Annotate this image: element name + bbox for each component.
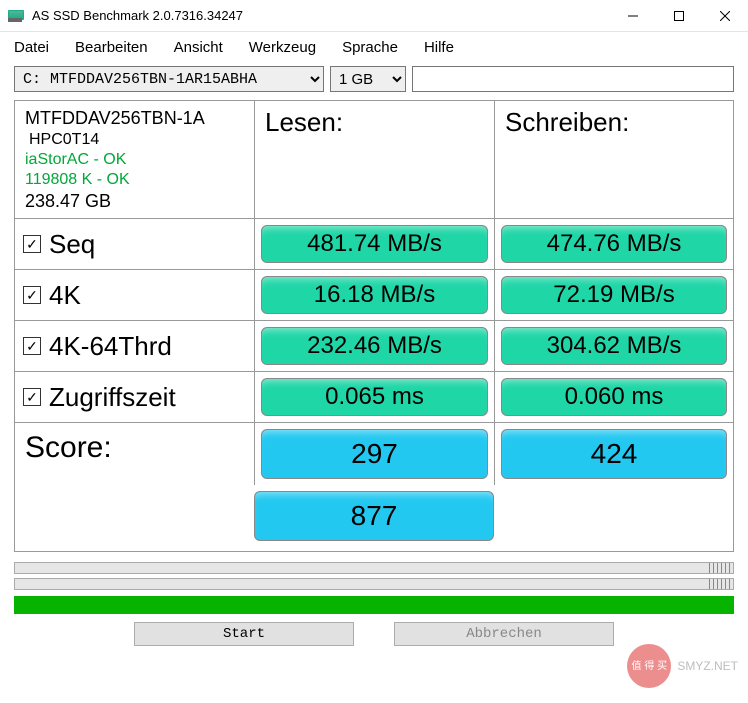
score-write: 424 <box>501 429 727 479</box>
4k64-read-value: 232.46 MB/s <box>261 327 488 365</box>
watermark: 值 得 买 SMYZ.NET <box>627 644 738 688</box>
drive-driver-status: iaStorAC - OK <box>25 150 244 170</box>
close-button[interactable] <box>702 0 748 32</box>
drive-model: MTFDDAV256TBN-1A <box>25 107 244 130</box>
menu-ansicht[interactable]: Ansicht <box>174 39 223 56</box>
score-total-row: 877 <box>15 485 733 551</box>
label-4k64: 4K-64Thrd <box>49 331 172 362</box>
score-read: 297 <box>261 429 488 479</box>
score-total: 877 <box>254 491 494 541</box>
checkbox-4k64[interactable]: ✓ <box>23 337 41 355</box>
label-access: Zugriffszeit <box>49 382 176 413</box>
maximize-button[interactable] <box>656 0 702 32</box>
row-seq: ✓ Seq <box>15 219 255 270</box>
checkbox-seq[interactable]: ✓ <box>23 235 41 253</box>
label-seq: Seq <box>49 229 95 260</box>
access-read-value: 0.065 ms <box>261 378 488 416</box>
progress-bar-1 <box>14 562 734 574</box>
menu-werkzeug[interactable]: Werkzeug <box>249 39 316 56</box>
menu-hilfe[interactable]: Hilfe <box>424 39 454 56</box>
4k-write-value: 72.19 MB/s <box>501 276 727 314</box>
results-grid: MTFDDAV256TBN-1A HPC0T14 iaStorAC - OK 1… <box>14 100 734 552</box>
drive-alignment-status: 119808 K - OK <box>25 170 244 190</box>
window-title: AS SSD Benchmark 2.0.7316.34247 <box>32 8 610 23</box>
abort-button: Abbrechen <box>394 622 614 646</box>
controls-row: C: MTFDDAV256TBN-1AR15ABHA 1 GB <box>0 62 748 100</box>
menu-datei[interactable]: Datei <box>14 39 49 56</box>
row-4k64: ✓ 4K-64Thrd <box>15 321 255 372</box>
seq-read-value: 481.74 MB/s <box>261 225 488 263</box>
progress-area <box>14 562 734 590</box>
progress-bar-2 <box>14 578 734 590</box>
titlebar: AS SSD Benchmark 2.0.7316.34247 <box>0 0 748 32</box>
header-read: Lesen: <box>255 101 495 219</box>
label-4k: 4K <box>49 280 81 311</box>
row-4k: ✓ 4K <box>15 270 255 321</box>
4k64-write-value: 304.62 MB/s <box>501 327 727 365</box>
app-icon <box>8 8 24 24</box>
menu-bearbeiten[interactable]: Bearbeiten <box>75 39 148 56</box>
header-write: Schreiben: <box>495 101 733 219</box>
checkbox-4k[interactable]: ✓ <box>23 286 41 304</box>
menubar: Datei Bearbeiten Ansicht Werkzeug Sprach… <box>0 32 748 62</box>
filter-input[interactable] <box>412 66 734 92</box>
menu-sprache[interactable]: Sprache <box>342 39 398 56</box>
checkbox-access[interactable]: ✓ <box>23 388 41 406</box>
access-write-value: 0.060 ms <box>501 378 727 416</box>
drive-select[interactable]: C: MTFDDAV256TBN-1AR15ABHA <box>14 66 324 92</box>
drive-capacity: 238.47 GB <box>25 190 244 213</box>
size-select[interactable]: 1 GB <box>330 66 406 92</box>
drive-firmware: HPC0T14 <box>29 130 244 150</box>
start-button[interactable]: Start <box>134 622 354 646</box>
score-label: Score: <box>15 423 255 485</box>
progress-bar-overall <box>14 596 734 614</box>
seq-write-value: 474.76 MB/s <box>501 225 727 263</box>
drive-info-cell: MTFDDAV256TBN-1A HPC0T14 iaStorAC - OK 1… <box>15 101 255 219</box>
minimize-button[interactable] <box>610 0 656 32</box>
row-access: ✓ Zugriffszeit <box>15 372 255 423</box>
4k-read-value: 16.18 MB/s <box>261 276 488 314</box>
watermark-logo: 值 得 买 <box>627 644 671 688</box>
watermark-text: SMYZ.NET <box>677 659 738 673</box>
